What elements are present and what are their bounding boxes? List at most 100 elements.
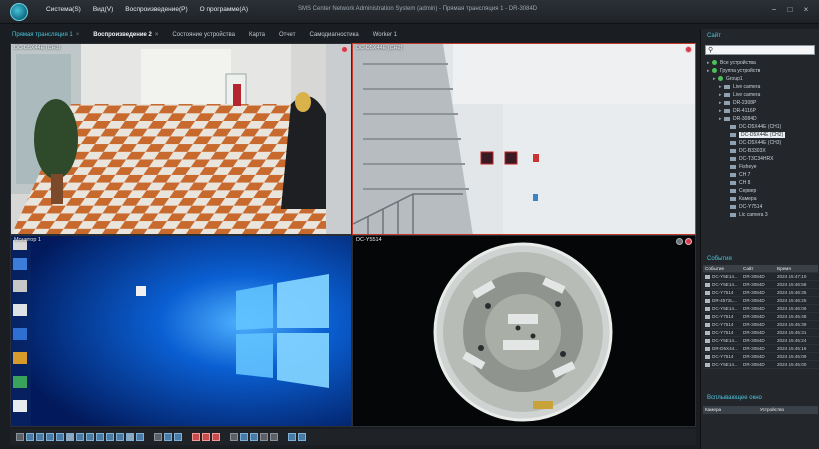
tree-item[interactable]: Сервер <box>701 187 819 195</box>
tree-item[interactable]: DC-D5X44E (CH3) <box>701 139 819 147</box>
menu-system[interactable]: Система(S) <box>46 6 81 13</box>
col-event-header[interactable]: Событие <box>703 265 743 272</box>
layout-16-icon[interactable] <box>86 433 94 441</box>
tree-item-label: DC-T3C34HRX <box>739 156 774 162</box>
tab-playback[interactable]: Воспроизведение 2 × <box>93 29 158 41</box>
tree-item-label: Сервер <box>739 188 757 194</box>
settings-icon[interactable] <box>288 433 296 441</box>
tree-item[interactable]: CH 7 <box>701 171 819 179</box>
tree-item-label: CH 8 <box>739 180 751 186</box>
layout-10-icon[interactable] <box>66 433 74 441</box>
menu-bar: Система(S) Вид(V) Воспроизведение(P) О п… <box>46 6 248 13</box>
prev-page-icon[interactable] <box>164 433 172 441</box>
layout-64-icon[interactable] <box>136 433 144 441</box>
event-row[interactable]: DC-Y7514 DR-3084D 2024 15:45:39 <box>703 321 818 329</box>
tree-item-label: DC-B3303X <box>739 148 766 154</box>
close-icon[interactable]: × <box>801 5 811 15</box>
tree-item[interactable]: ▸ DR-2308P <box>701 99 819 107</box>
camera-icon <box>730 124 736 129</box>
col-time-header[interactable]: Время <box>777 265 817 272</box>
tab-map[interactable]: Карта <box>249 29 265 41</box>
ptz-control-icon[interactable] <box>270 433 278 441</box>
menu-view[interactable]: Вид(V) <box>93 6 113 13</box>
event-name-text: DR-D5X44... <box>712 346 739 351</box>
event-name-text: DC-Y7514 <box>712 314 734 319</box>
layout-36-icon[interactable] <box>116 433 124 441</box>
tree-item[interactable]: ▸ Группа устройств <box>701 67 819 75</box>
layout-6-icon[interactable] <box>36 433 44 441</box>
video-tile-1[interactable]: DC-D5X44E (CH1) <box>10 43 352 235</box>
camera-feed-fisheye <box>353 236 695 426</box>
event-row[interactable]: DC-Y5E14... DR-3084D 2024 15:47:10 <box>703 273 818 281</box>
col-site-header[interactable]: Сайт <box>743 265 777 272</box>
tree-item[interactable]: ▸ Live camera <box>701 83 819 91</box>
tab-worker[interactable]: Worker 1 <box>373 29 397 41</box>
menu-about[interactable]: О программе(A) <box>200 6 248 13</box>
camera-icon <box>730 196 736 201</box>
site-search-input[interactable]: ⚲ <box>705 45 815 55</box>
event-row[interactable]: DC-Y7514 DR-3084D 2024 15:46:35 <box>703 289 818 297</box>
col-device-header[interactable]: Устройство <box>760 406 818 414</box>
minimize-icon[interactable]: − <box>769 5 779 15</box>
layout-20-icon[interactable] <box>96 433 104 441</box>
tree-item[interactable]: ▸ DR-3084D <box>701 115 819 123</box>
event-time: 2024 15:45:39 <box>777 322 807 327</box>
next-page-icon[interactable] <box>174 433 182 441</box>
tree-item[interactable]: ▸ Group1 <box>701 75 819 83</box>
record-indicator-icon[interactable] <box>685 238 692 245</box>
maximize-icon[interactable]: □ <box>785 5 795 15</box>
layout-49-icon[interactable] <box>126 433 134 441</box>
event-site: DR-3084D <box>743 322 765 327</box>
event-name-text: DC-Y5E14... <box>712 362 738 367</box>
tab-report[interactable]: Отчет <box>279 29 295 41</box>
record-all-icon[interactable] <box>192 433 200 441</box>
event-row[interactable]: DC-Y7514 DR-3084D 2024 15:45:31 <box>703 329 818 337</box>
event-row[interactable]: DC-Y5E14... DR-3084D 2024 15:46:58 <box>703 281 818 289</box>
layout-25-icon[interactable] <box>106 433 114 441</box>
export-icon[interactable] <box>298 433 306 441</box>
event-row[interactable]: DC-Y5E14... DR-3084D 2024 15:45:00 <box>703 361 818 369</box>
tab-self-diagnostics[interactable]: Самодиагностика <box>309 29 358 41</box>
layout-8-icon[interactable] <box>46 433 54 441</box>
alarm-icon[interactable] <box>260 433 268 441</box>
tree-item[interactable]: Камера <box>701 195 819 203</box>
tree-item[interactable]: Fisheye <box>701 163 819 171</box>
sequence-icon[interactable] <box>230 433 238 441</box>
close-all-icon[interactable] <box>154 433 162 441</box>
event-row[interactable]: DR-4572L... DR-3084D 2024 15:46:25 <box>703 297 818 305</box>
video-tile-2[interactable]: DC-D5X44E (CH2) <box>352 43 696 235</box>
event-row[interactable]: DC-Y7514 DR-3084D 2024 15:45:09 <box>703 353 818 361</box>
tree-item[interactable]: DC-D5X44E (CH2) <box>701 131 819 139</box>
layout-9-icon[interactable] <box>56 433 64 441</box>
event-row[interactable]: DC-Y5E14... DR-3084D 2024 15:46:06 <box>703 305 818 313</box>
snapshot-icon[interactable] <box>212 433 220 441</box>
video-tile-3[interactable]: Монитор 1 <box>10 235 352 427</box>
tree-item[interactable]: CH 8 <box>701 179 819 187</box>
tree-item[interactable]: ▸ DR-4116P <box>701 107 819 115</box>
audio-icon[interactable] <box>250 433 258 441</box>
video-tile-4[interactable]: DC-Y5514 <box>352 235 696 427</box>
tree-item[interactable]: Lic camera 3 <box>701 211 819 219</box>
tree-item[interactable]: ▸ Live camera <box>701 91 819 99</box>
tree-item[interactable]: DC-D5X44E (CH1) <box>701 123 819 131</box>
layout-4-icon[interactable] <box>26 433 34 441</box>
tab-live-view[interactable]: Прямая трансляция 1 × <box>12 29 79 41</box>
ptz-icon[interactable] <box>676 238 683 245</box>
layout-1-icon[interactable] <box>16 433 24 441</box>
event-row[interactable]: DC-Y5E14... DR-3084D 2024 15:45:24 <box>703 337 818 345</box>
record-indicator-icon[interactable] <box>341 46 348 53</box>
tree-item[interactable]: ▸ Все устройства <box>701 59 819 67</box>
col-camera-header[interactable]: Камера <box>703 406 760 414</box>
tree-item[interactable]: DC-Y7514 <box>701 203 819 211</box>
stop-all-icon[interactable] <box>202 433 210 441</box>
record-indicator-icon[interactable] <box>685 46 692 53</box>
tree-item[interactable]: DC-B3303X <box>701 147 819 155</box>
layout-13-icon[interactable] <box>76 433 84 441</box>
event-camera-icon <box>705 330 710 335</box>
tab-device-status[interactable]: Состояние устройства <box>172 29 235 41</box>
tree-item[interactable]: DC-T3C34HRX <box>701 155 819 163</box>
event-row[interactable]: DR-D5X44... DR-3084D 2024 15:45:16 <box>703 345 818 353</box>
event-row[interactable]: DC-Y7514 DR-3084D 2024 15:45:48 <box>703 313 818 321</box>
fullscreen-icon[interactable] <box>240 433 248 441</box>
menu-playback[interactable]: Воспроизведение(P) <box>125 6 187 13</box>
